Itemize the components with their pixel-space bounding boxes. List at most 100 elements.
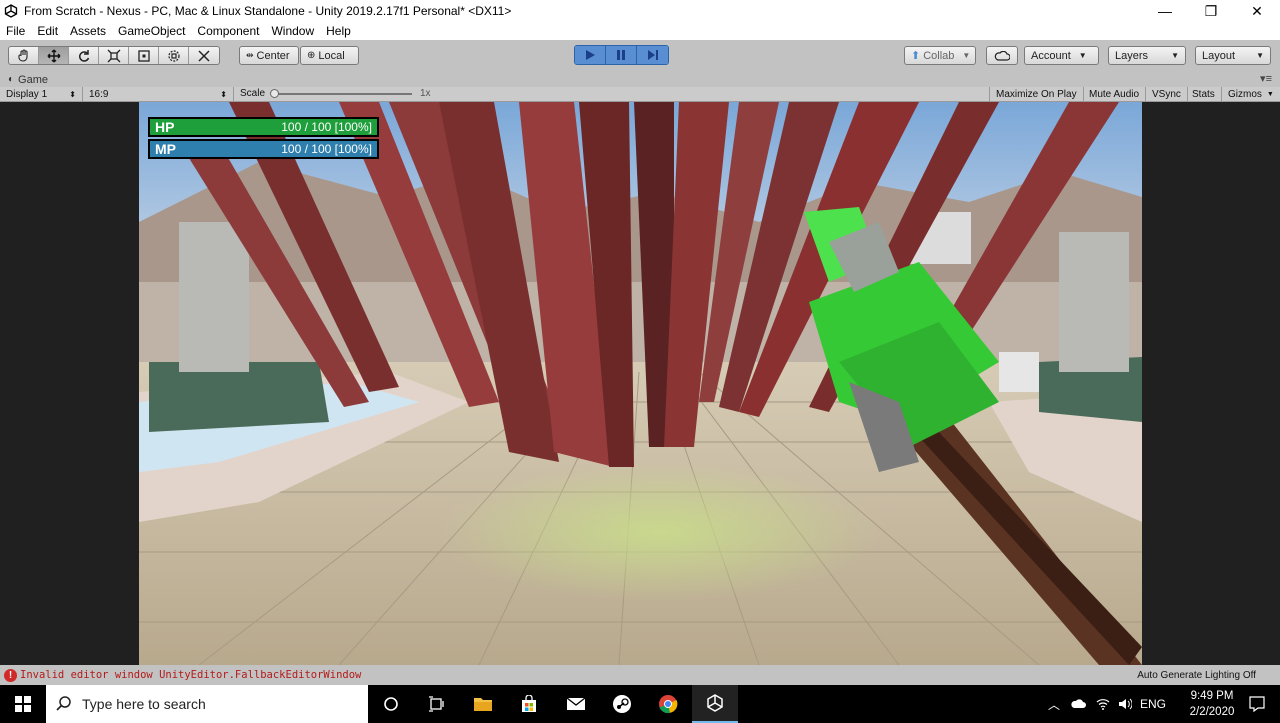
menu-component[interactable]: Component	[197, 24, 259, 38]
mp-value: 100 / 100 [100%]	[281, 142, 372, 156]
unity-taskbar-button[interactable]	[692, 685, 738, 723]
store-bag-icon	[522, 695, 536, 712]
rotate-tool-button[interactable]	[69, 47, 99, 64]
wifi-icon[interactable]	[1096, 698, 1110, 710]
volume-icon[interactable]	[1118, 698, 1133, 710]
notification-icon	[1249, 696, 1265, 712]
collab-icon: ⬆	[911, 50, 921, 62]
transform-tools	[8, 46, 220, 65]
restore-button[interactable]: ❐	[1188, 0, 1234, 22]
left-fountain-base	[149, 362, 329, 432]
hp-bar: HP 100 / 100 [100%]	[148, 117, 379, 137]
mute-label: Mute Audio	[1089, 88, 1140, 100]
stats-toggle[interactable]: Stats	[1186, 87, 1222, 101]
system-tray: ︿ ENG	[1048, 685, 1166, 723]
floating-cube	[999, 352, 1039, 392]
error-message[interactable]: Invalid editor window UnityEditor.Fallba…	[20, 669, 361, 681]
step-button[interactable]	[637, 46, 668, 64]
custom-tool-button[interactable]	[189, 47, 219, 64]
scale-slider-track[interactable]	[272, 93, 412, 95]
cloud-icon[interactable]	[1070, 699, 1087, 709]
close-button[interactable]: ✕	[1234, 0, 1280, 22]
floor-glow	[439, 462, 879, 602]
minimize-button[interactable]: —	[1142, 0, 1188, 22]
transform-icon	[167, 49, 180, 62]
store-button[interactable]	[506, 685, 552, 723]
pivot-center-toggle[interactable]: ⇹ Center	[239, 46, 299, 65]
collab-dropdown[interactable]: ⬆ Collab ▼	[904, 46, 976, 65]
step-icon	[647, 50, 658, 60]
pause-icon	[617, 50, 625, 60]
game-tab[interactable]: ◐ Game ▾≡	[0, 72, 1280, 87]
mp-label: MP	[155, 141, 176, 157]
window-title: From Scratch - Nexus - PC, Mac & Linux S…	[24, 4, 512, 18]
menu-gameobject[interactable]: GameObject	[118, 24, 185, 38]
hp-value: 100 / 100 [100%]	[281, 120, 372, 134]
maximize-label: Maximize On Play	[996, 88, 1077, 100]
layers-dropdown[interactable]: Layers ▼	[1108, 46, 1186, 65]
clock-time: 9:49 PM	[1190, 690, 1234, 702]
aspect-dropdown[interactable]: 16:9 ⬍	[83, 87, 234, 101]
title-bar: From Scratch - Nexus - PC, Mac & Linux S…	[0, 0, 1280, 22]
scale-slider-handle[interactable]	[270, 89, 279, 98]
notifications-button[interactable]	[1234, 685, 1280, 723]
error-icon: !	[4, 668, 17, 682]
account-label: Account	[1031, 49, 1071, 62]
rect-tool-icon	[137, 49, 150, 62]
chevron-up-icon[interactable]: ︿	[1048, 696, 1060, 713]
layers-label: Layers	[1115, 49, 1149, 62]
gizmos-dropdown[interactable]: Gizmos ▼	[1222, 87, 1280, 101]
mail-button[interactable]	[553, 685, 599, 723]
file-explorer-button[interactable]	[460, 685, 506, 723]
vsync-toggle[interactable]: VSync	[1146, 87, 1188, 101]
scale-tool-button[interactable]	[99, 47, 129, 64]
play-button[interactable]	[575, 46, 606, 64]
cortana-button[interactable]	[368, 685, 414, 723]
aspect-label: 16:9	[89, 88, 109, 100]
menu-window[interactable]: Window	[271, 24, 314, 38]
game-tab-label: Game	[18, 73, 49, 86]
hand-tool-button[interactable]	[9, 47, 39, 64]
gizmos-label: Gizmos	[1228, 88, 1262, 100]
menu-edit[interactable]: Edit	[37, 24, 58, 38]
steam-button[interactable]	[599, 685, 645, 723]
space-label: Local	[318, 49, 345, 62]
search-icon	[56, 696, 71, 711]
menu-help[interactable]: Help	[326, 24, 351, 38]
rect-tool-button[interactable]	[129, 47, 159, 64]
game-view[interactable]	[139, 102, 1142, 665]
maximize-on-play-toggle[interactable]: Maximize On Play	[989, 87, 1084, 101]
chrome-icon	[659, 695, 678, 714]
task-view-button[interactable]	[414, 685, 460, 723]
menu-assets[interactable]: Assets	[70, 24, 106, 38]
pause-button[interactable]	[606, 46, 637, 64]
language-indicator[interactable]: ENG	[1140, 697, 1166, 711]
clock-date: 2/2/2020	[1189, 706, 1235, 718]
menu-bar: File Edit Assets GameObject Component Wi…	[0, 22, 1280, 40]
window-controls: — ❐ ✕	[1142, 0, 1280, 22]
display-label: Display 1	[6, 88, 48, 100]
pivot-icon: ⇹	[246, 50, 254, 60]
mute-audio-toggle[interactable]: Mute Audio	[1083, 87, 1147, 101]
cloud-button[interactable]	[986, 46, 1018, 65]
clock[interactable]: 9:49 PM 2/2/2020	[1182, 688, 1242, 720]
status-bar: ! Invalid editor window UnityEditor.Fall…	[0, 665, 1280, 685]
tab-menu-icon[interactable]: ▾≡	[1260, 72, 1272, 85]
start-button[interactable]	[0, 685, 46, 723]
hp-label: HP	[155, 119, 175, 135]
space-local-toggle[interactable]: ⊕ Local	[300, 46, 359, 65]
display-dropdown[interactable]: Display 1 ⬍	[0, 87, 83, 101]
lighting-status[interactable]: Auto Generate Lighting Off	[1137, 670, 1256, 681]
taskbar-search[interactable]: Type here to search	[46, 685, 368, 723]
pivot-label: Center	[256, 49, 290, 62]
mp-bar: MP 100 / 100 [100%]	[148, 139, 379, 159]
move-tool-button[interactable]	[39, 47, 69, 64]
vsync-label: VSync	[1152, 88, 1181, 100]
cloud-icon	[994, 50, 1010, 61]
menu-file[interactable]: File	[6, 24, 25, 38]
collab-label: Collab	[923, 49, 955, 62]
transform-tool-button[interactable]	[159, 47, 189, 64]
account-dropdown[interactable]: Account ▼	[1024, 46, 1099, 65]
layout-dropdown[interactable]: Layout ▼	[1195, 46, 1271, 65]
chrome-button[interactable]	[645, 685, 691, 723]
